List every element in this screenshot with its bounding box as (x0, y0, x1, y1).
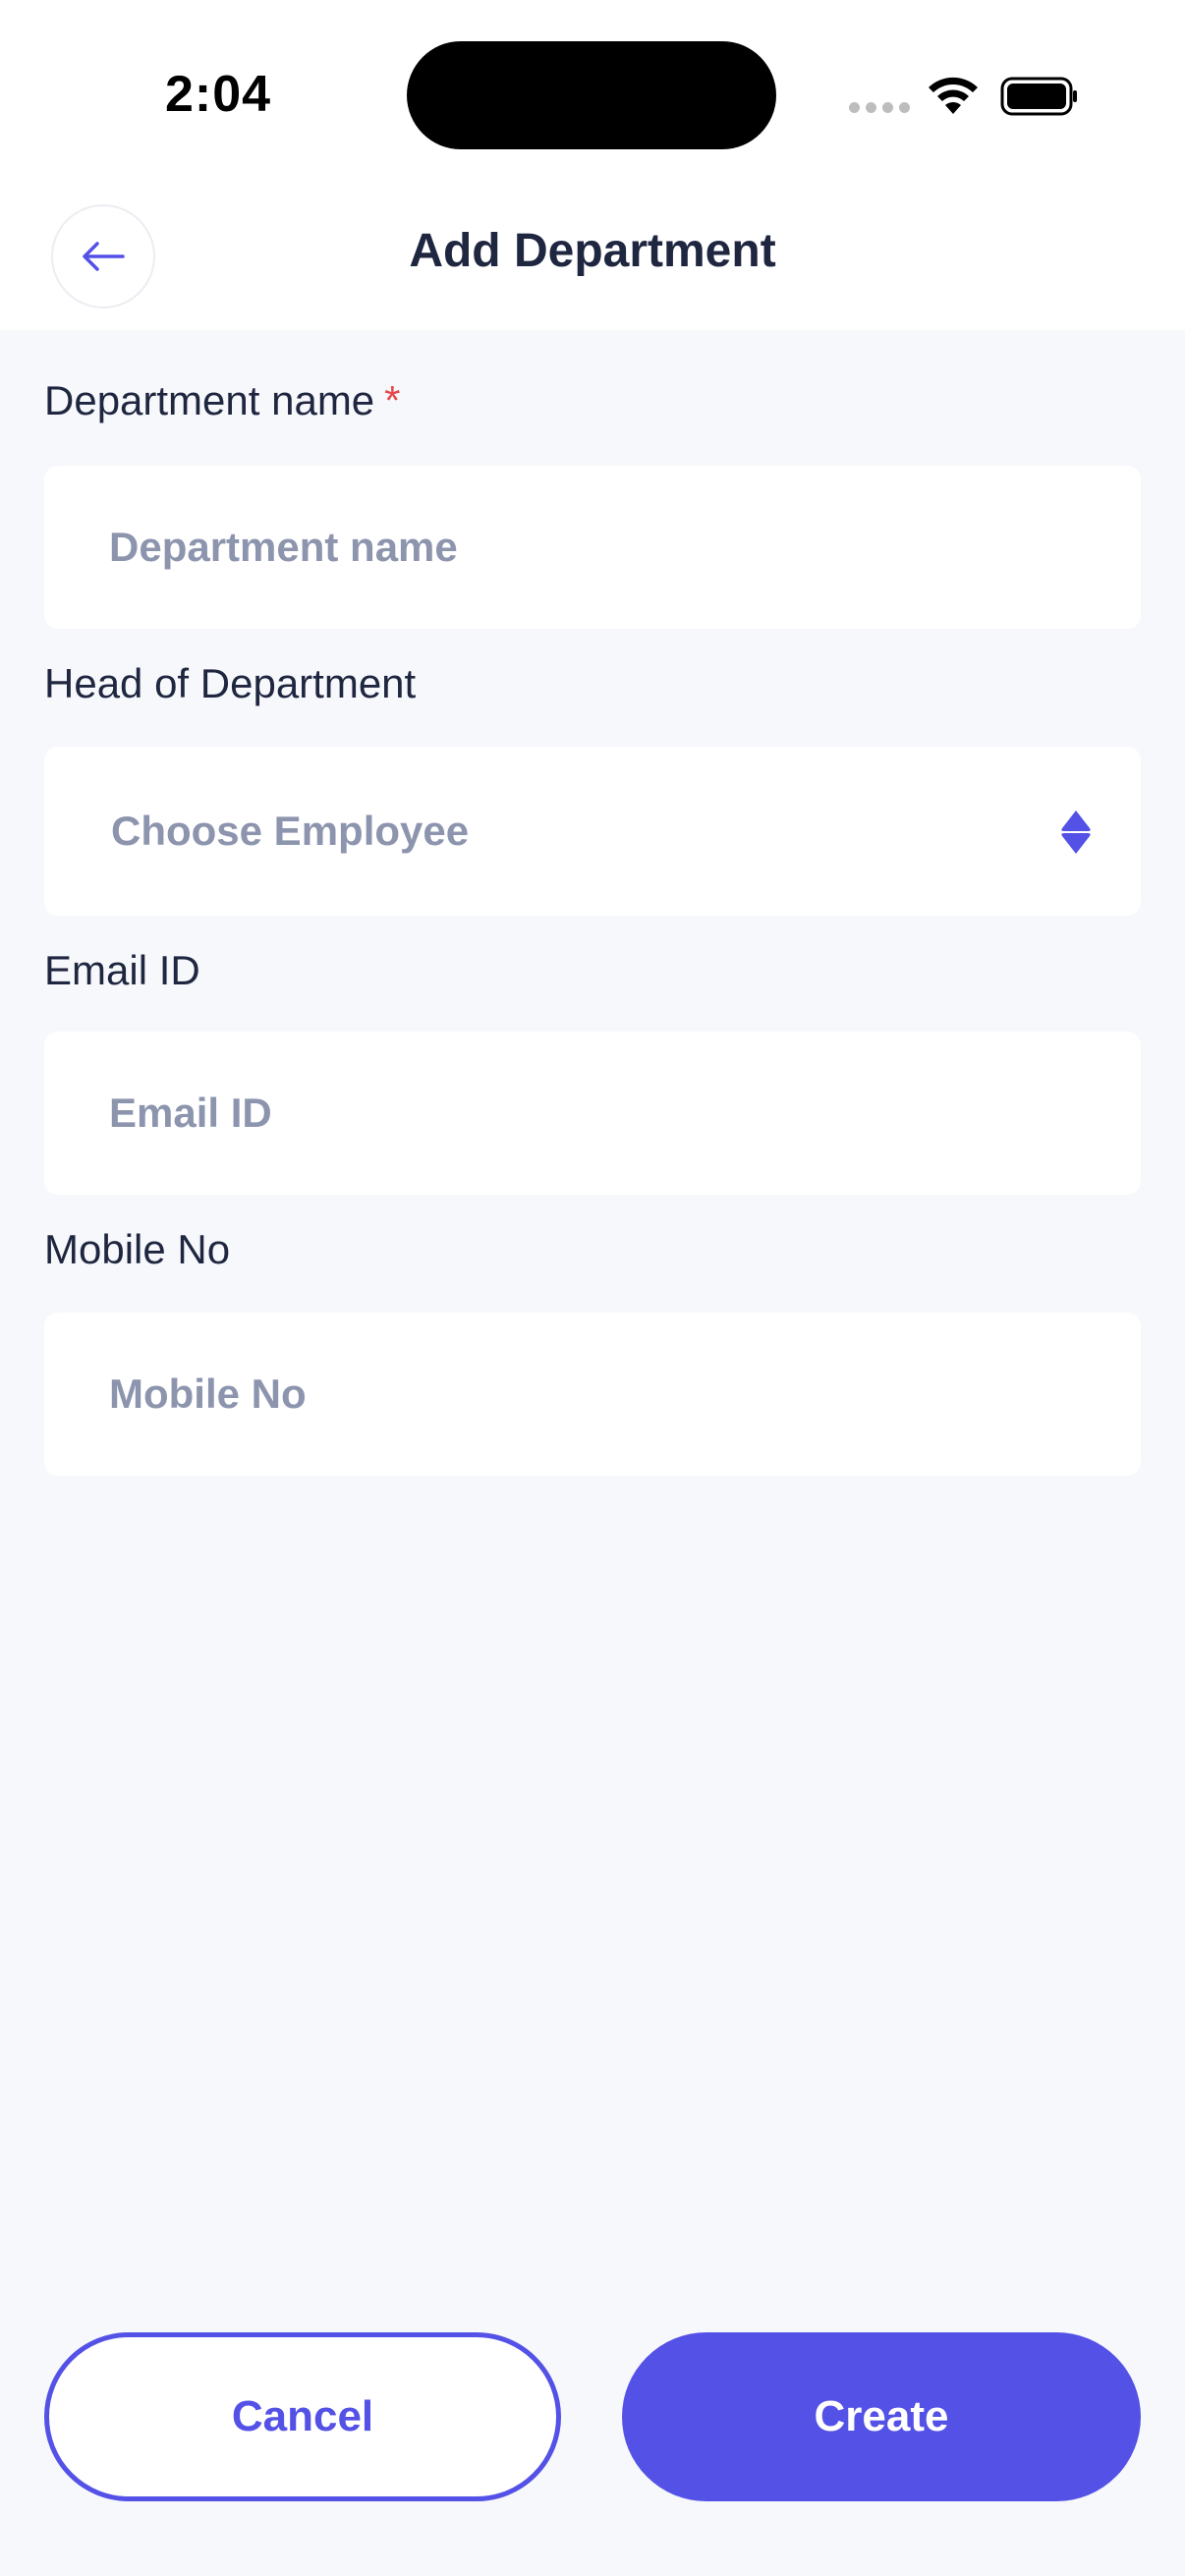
mobile-label: Mobile No (44, 1226, 231, 1272)
head-of-department-select[interactable]: Choose Employee (44, 747, 1141, 916)
wifi-icon (929, 77, 978, 114)
mobile-input[interactable] (44, 1313, 1141, 1476)
head-of-department-value: Choose Employee (111, 808, 470, 854)
department-name-field (44, 466, 1141, 629)
sort-updown-icon (1061, 811, 1091, 854)
email-input[interactable] (44, 1032, 1141, 1195)
cellular-signal-icon (849, 102, 910, 113)
status-time: 2:04 (165, 66, 272, 123)
battery-icon (1000, 77, 1077, 116)
top-bar: 2:04 Add Department (0, 0, 1185, 330)
department-name-label: Department name * (44, 377, 401, 424)
email-field (44, 1032, 1141, 1195)
create-button[interactable]: Create (622, 2332, 1141, 2501)
head-of-department-label: Head of Department (44, 660, 417, 706)
mobile-field (44, 1313, 1141, 1476)
dynamic-island (407, 41, 776, 149)
page-title: Add Department (409, 225, 776, 277)
required-mark: * (384, 377, 401, 423)
email-label: Email ID (44, 947, 200, 993)
department-name-label-text: Department name (44, 377, 375, 423)
cancel-button[interactable]: Cancel (44, 2332, 561, 2501)
department-name-input[interactable] (44, 466, 1141, 629)
